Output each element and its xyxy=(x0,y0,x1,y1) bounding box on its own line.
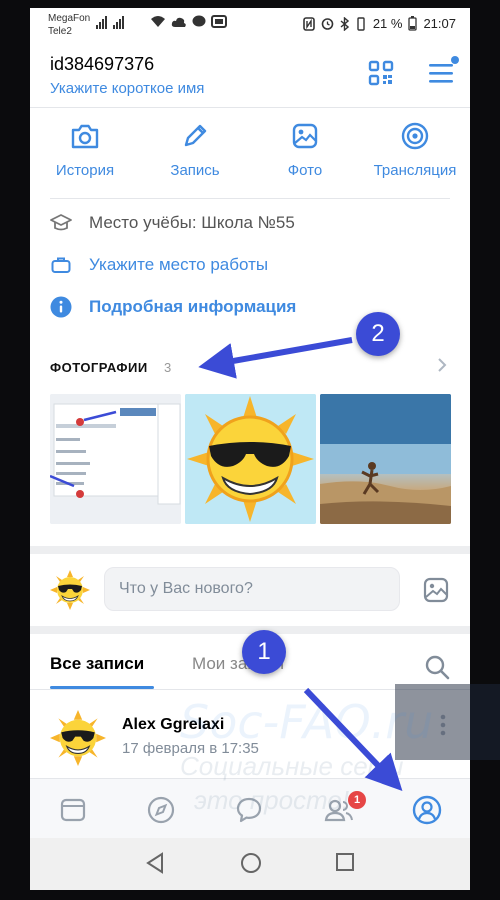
post-date: 17 февраля в 17:35 xyxy=(122,740,259,757)
message-icon xyxy=(211,15,227,28)
clock: 21:07 xyxy=(423,16,456,31)
photos-title[interactable]: ФОТОГРАФИИ xyxy=(50,360,148,375)
pencil-icon xyxy=(184,124,207,147)
profile-icon xyxy=(412,795,442,825)
status-right: 21 % 21:07 xyxy=(303,16,456,31)
section-gap xyxy=(30,546,470,554)
notification-icons xyxy=(150,15,227,28)
back-icon[interactable] xyxy=(145,852,165,874)
active-tab-indicator xyxy=(50,686,154,689)
broadcast-icon xyxy=(401,122,429,150)
action-post-label: Запись xyxy=(170,162,220,179)
alarm-icon xyxy=(321,18,334,30)
quick-actions: История Запись Фото Трансляция xyxy=(30,118,470,194)
bottom-navigation: 1 xyxy=(30,778,470,838)
photo-sun-emoji[interactable] xyxy=(185,394,316,524)
post-composer: Что у Вас нового? xyxy=(30,554,470,626)
wifi-icon xyxy=(151,16,165,27)
avatar[interactable] xyxy=(50,570,90,610)
action-broadcast-label: Трансляция xyxy=(373,162,457,179)
section-gap xyxy=(30,626,470,634)
chevron-right-icon[interactable] xyxy=(435,356,449,374)
user-id: id384697376 xyxy=(50,54,155,74)
more-info-link: Подробная информация xyxy=(89,297,297,316)
annotation-step-2: 2 xyxy=(356,312,400,356)
annotation-step-1: 1 xyxy=(242,630,286,674)
short-name-link[interactable]: Укажите короткое имя xyxy=(50,80,204,97)
menu-icon[interactable] xyxy=(428,62,454,84)
nfc-icon xyxy=(303,16,315,31)
action-broadcast[interactable]: Трансляция xyxy=(360,118,470,194)
cloud-icon xyxy=(171,17,186,27)
nav-profile[interactable] xyxy=(412,795,442,825)
whats-new-input[interactable]: Что у Вас нового? xyxy=(104,567,400,611)
sun-sunglasses-image xyxy=(185,394,316,524)
attach-photo-icon[interactable] xyxy=(422,576,450,604)
camera-icon xyxy=(71,124,99,149)
education-text: Место учёбы: Школа №55 xyxy=(89,213,295,232)
work-link: Укажите место работы xyxy=(89,255,269,274)
nav-explore[interactable] xyxy=(146,795,176,825)
action-post[interactable]: Запись xyxy=(140,118,250,194)
education-row: Место учёбы: Школа №55 xyxy=(50,212,295,234)
beach-photo xyxy=(320,394,451,524)
screenshot-thumbnail xyxy=(50,394,181,524)
recent-apps-icon[interactable] xyxy=(335,852,355,872)
carrier-1: MegaFon xyxy=(48,13,91,24)
post-author-avatar[interactable] xyxy=(50,710,106,766)
battery-icon xyxy=(408,16,418,31)
signal-2-icon xyxy=(113,16,124,29)
photo-screenshot[interactable] xyxy=(50,394,181,524)
briefcase-icon xyxy=(51,257,71,273)
home-icon[interactable] xyxy=(240,852,262,874)
search-icon[interactable] xyxy=(424,654,450,680)
image-icon xyxy=(292,123,318,149)
photos-count: 3 xyxy=(164,360,172,375)
carrier-names: MegaFon Tele2 xyxy=(48,12,90,38)
news-icon xyxy=(60,798,86,822)
watermark-backdrop xyxy=(395,684,500,760)
qr-code-icon[interactable] xyxy=(368,60,394,86)
signal-1-icon xyxy=(96,16,107,29)
action-photo[interactable]: Фото xyxy=(250,118,360,194)
vibrate-icon xyxy=(357,16,365,31)
work-row[interactable]: Укажите место работы xyxy=(50,254,268,276)
friends-badge: 1 xyxy=(348,791,366,809)
carrier-2: Tele2 xyxy=(48,26,72,37)
action-story-label: История xyxy=(55,162,115,179)
signal-icons xyxy=(96,16,124,29)
graduation-cap-icon xyxy=(50,214,72,231)
system-navigation-bar xyxy=(30,838,470,890)
post-author-name[interactable]: Alex Ggrelaxi xyxy=(122,716,224,734)
bluetooth-icon xyxy=(340,16,349,31)
profile-header: id384697376 Укажите короткое имя xyxy=(30,42,470,108)
nav-messages[interactable] xyxy=(234,795,264,825)
battery-percent: 21 % xyxy=(372,16,403,31)
more-info-row[interactable]: Подробная информация xyxy=(50,296,296,318)
messages-icon xyxy=(236,797,262,823)
tab-all-posts[interactable]: Все записи xyxy=(50,654,144,674)
status-bar: MegaFon Tele2 21 % 21:07 xyxy=(30,8,470,42)
info-icon xyxy=(50,296,72,318)
explore-icon xyxy=(147,796,175,824)
action-photo-label: Фото xyxy=(287,162,323,179)
chat-bubble-icon xyxy=(192,15,206,27)
nav-news[interactable] xyxy=(58,795,88,825)
action-story[interactable]: История xyxy=(30,118,140,194)
menu-notification-dot xyxy=(451,56,459,64)
photo-beach[interactable] xyxy=(320,394,451,524)
divider xyxy=(50,198,450,199)
